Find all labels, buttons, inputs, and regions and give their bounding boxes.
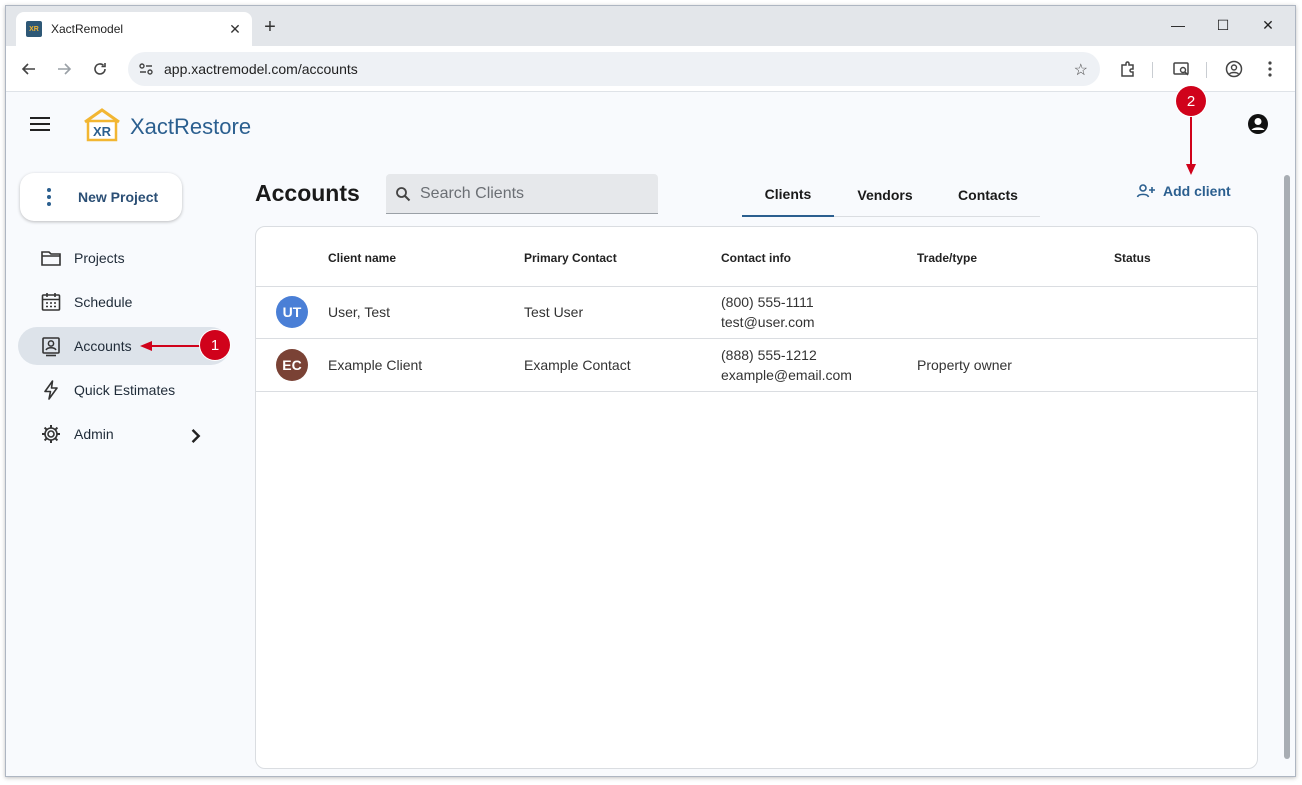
new-project-button[interactable]: New Project (20, 173, 182, 221)
sidebar-item-schedule[interactable]: Schedule (18, 283, 230, 321)
contact-email: example@email.com (721, 367, 852, 383)
search-input[interactable] (420, 174, 650, 214)
bookmark-star-icon[interactable]: ☆ (1074, 60, 1088, 80)
page-title: Accounts (255, 180, 360, 206)
favicon-icon: XR (26, 21, 42, 37)
tab-vendors[interactable]: Vendors (842, 173, 928, 217)
new-tab-icon[interactable]: + (258, 15, 282, 39)
contact-phone: (888) 555-1212 (721, 347, 817, 363)
browser-menu-icon[interactable] (1258, 57, 1282, 81)
accounts-tabs: Clients Vendors Contacts (742, 173, 1040, 217)
app-content: XR XactRestore New Project Projects Sche… (6, 93, 1295, 776)
close-window-icon[interactable]: ✕ (1248, 13, 1288, 37)
tab-contacts[interactable]: Contacts (942, 173, 1034, 217)
sidebar-nav: Projects Schedule Accounts Quick Estimat… (18, 239, 230, 459)
clients-table: Client name Primary Contact Contact info… (255, 226, 1258, 769)
column-header[interactable]: Primary Contact (524, 251, 617, 265)
more-vertical-icon (47, 188, 51, 206)
back-icon[interactable] (17, 57, 41, 81)
folder-icon (41, 251, 61, 266)
logo-letters: XR (93, 124, 112, 139)
lightning-icon (44, 380, 58, 400)
sidebar-item-label: Schedule (74, 294, 133, 310)
account-icon[interactable] (1247, 113, 1269, 135)
hamburger-menu-icon[interactable] (30, 117, 50, 131)
sidebar-item-label: Accounts (74, 338, 132, 354)
table-row[interactable]: EC Example Client Example Contact (888) … (256, 340, 1257, 392)
table-header: Client name Primary Contact Contact info… (256, 227, 1257, 287)
column-header[interactable]: Status (1114, 251, 1151, 265)
avatar: UT (276, 296, 308, 328)
table-row[interactable]: UT User, Test Test User (800) 555-1111 t… (256, 287, 1257, 339)
brand-logo: XR (84, 108, 120, 142)
favicon-text: XR (29, 25, 39, 33)
chevron-right-icon[interactable] (184, 425, 206, 447)
url-text[interactable]: app.xactremodel.com/accounts (164, 61, 358, 77)
reload-icon[interactable] (88, 57, 112, 81)
calendar-icon (41, 293, 61, 311)
address-bar[interactable]: app.xactremodel.com/accounts ☆ (128, 52, 1100, 86)
browser-window: XR XactRemodel ✕ + — ☐ ✕ app.xactremodel… (5, 5, 1296, 777)
browser-toolbar: app.xactremodel.com/accounts ☆ (6, 46, 1295, 92)
contact-phone: (800) 555-1111 (721, 294, 814, 310)
search-box[interactable] (386, 174, 658, 214)
sidebar-item-label: Projects (74, 250, 125, 266)
client-name: Example Client (328, 357, 423, 373)
sidebar-item-label: Quick Estimates (74, 382, 176, 398)
primary-contact: Example Contact (524, 357, 631, 373)
column-header[interactable]: Contact info (721, 251, 791, 265)
sidebar-item-projects[interactable]: Projects (18, 239, 230, 277)
tab-strip: XR XactRemodel ✕ + — ☐ ✕ (6, 6, 1295, 46)
brand-name: XactRestore (130, 114, 252, 139)
close-tab-icon[interactable]: ✕ (226, 20, 244, 38)
scrollbar-thumb[interactable] (1284, 175, 1290, 759)
trade-type: Property owner (917, 357, 1012, 373)
sidebar-item-admin[interactable]: Admin (18, 415, 230, 453)
media-search-icon[interactable] (1169, 57, 1193, 81)
annotation-badge-2: 2 (1176, 86, 1206, 116)
contact-email: test@user.com (721, 314, 815, 330)
sidebar-item-label: Admin (74, 426, 114, 442)
minimize-icon[interactable]: — (1158, 13, 1198, 37)
add-client-label: Add client (1163, 183, 1231, 199)
search-icon (396, 187, 411, 202)
add-client-button[interactable]: Add client (1136, 183, 1231, 199)
annotation-badge-1: 1 (200, 330, 230, 360)
add-person-icon (1136, 184, 1155, 198)
forward-icon[interactable] (52, 57, 76, 81)
sidebar-item-quick-estimates[interactable]: Quick Estimates (18, 371, 230, 409)
sidebar-item-accounts[interactable]: Accounts (18, 327, 230, 365)
new-project-label: New Project (78, 189, 159, 205)
gear-icon (42, 425, 60, 443)
profile-icon[interactable] (1222, 57, 1246, 81)
tab-clients[interactable]: Clients (742, 173, 834, 217)
site-settings-icon[interactable] (138, 61, 154, 77)
maximize-icon[interactable]: ☐ (1203, 13, 1243, 37)
client-name: User, Test (328, 304, 390, 320)
avatar: EC (276, 349, 308, 381)
column-header[interactable]: Client name (328, 251, 396, 265)
contact-card-icon (42, 337, 60, 357)
extensions-icon[interactable] (1116, 57, 1140, 81)
column-header[interactable]: Trade/type (917, 251, 977, 265)
tab-title: XactRemodel (51, 22, 124, 36)
browser-tab[interactable]: XR XactRemodel ✕ (16, 12, 252, 46)
primary-contact: Test User (524, 304, 584, 320)
